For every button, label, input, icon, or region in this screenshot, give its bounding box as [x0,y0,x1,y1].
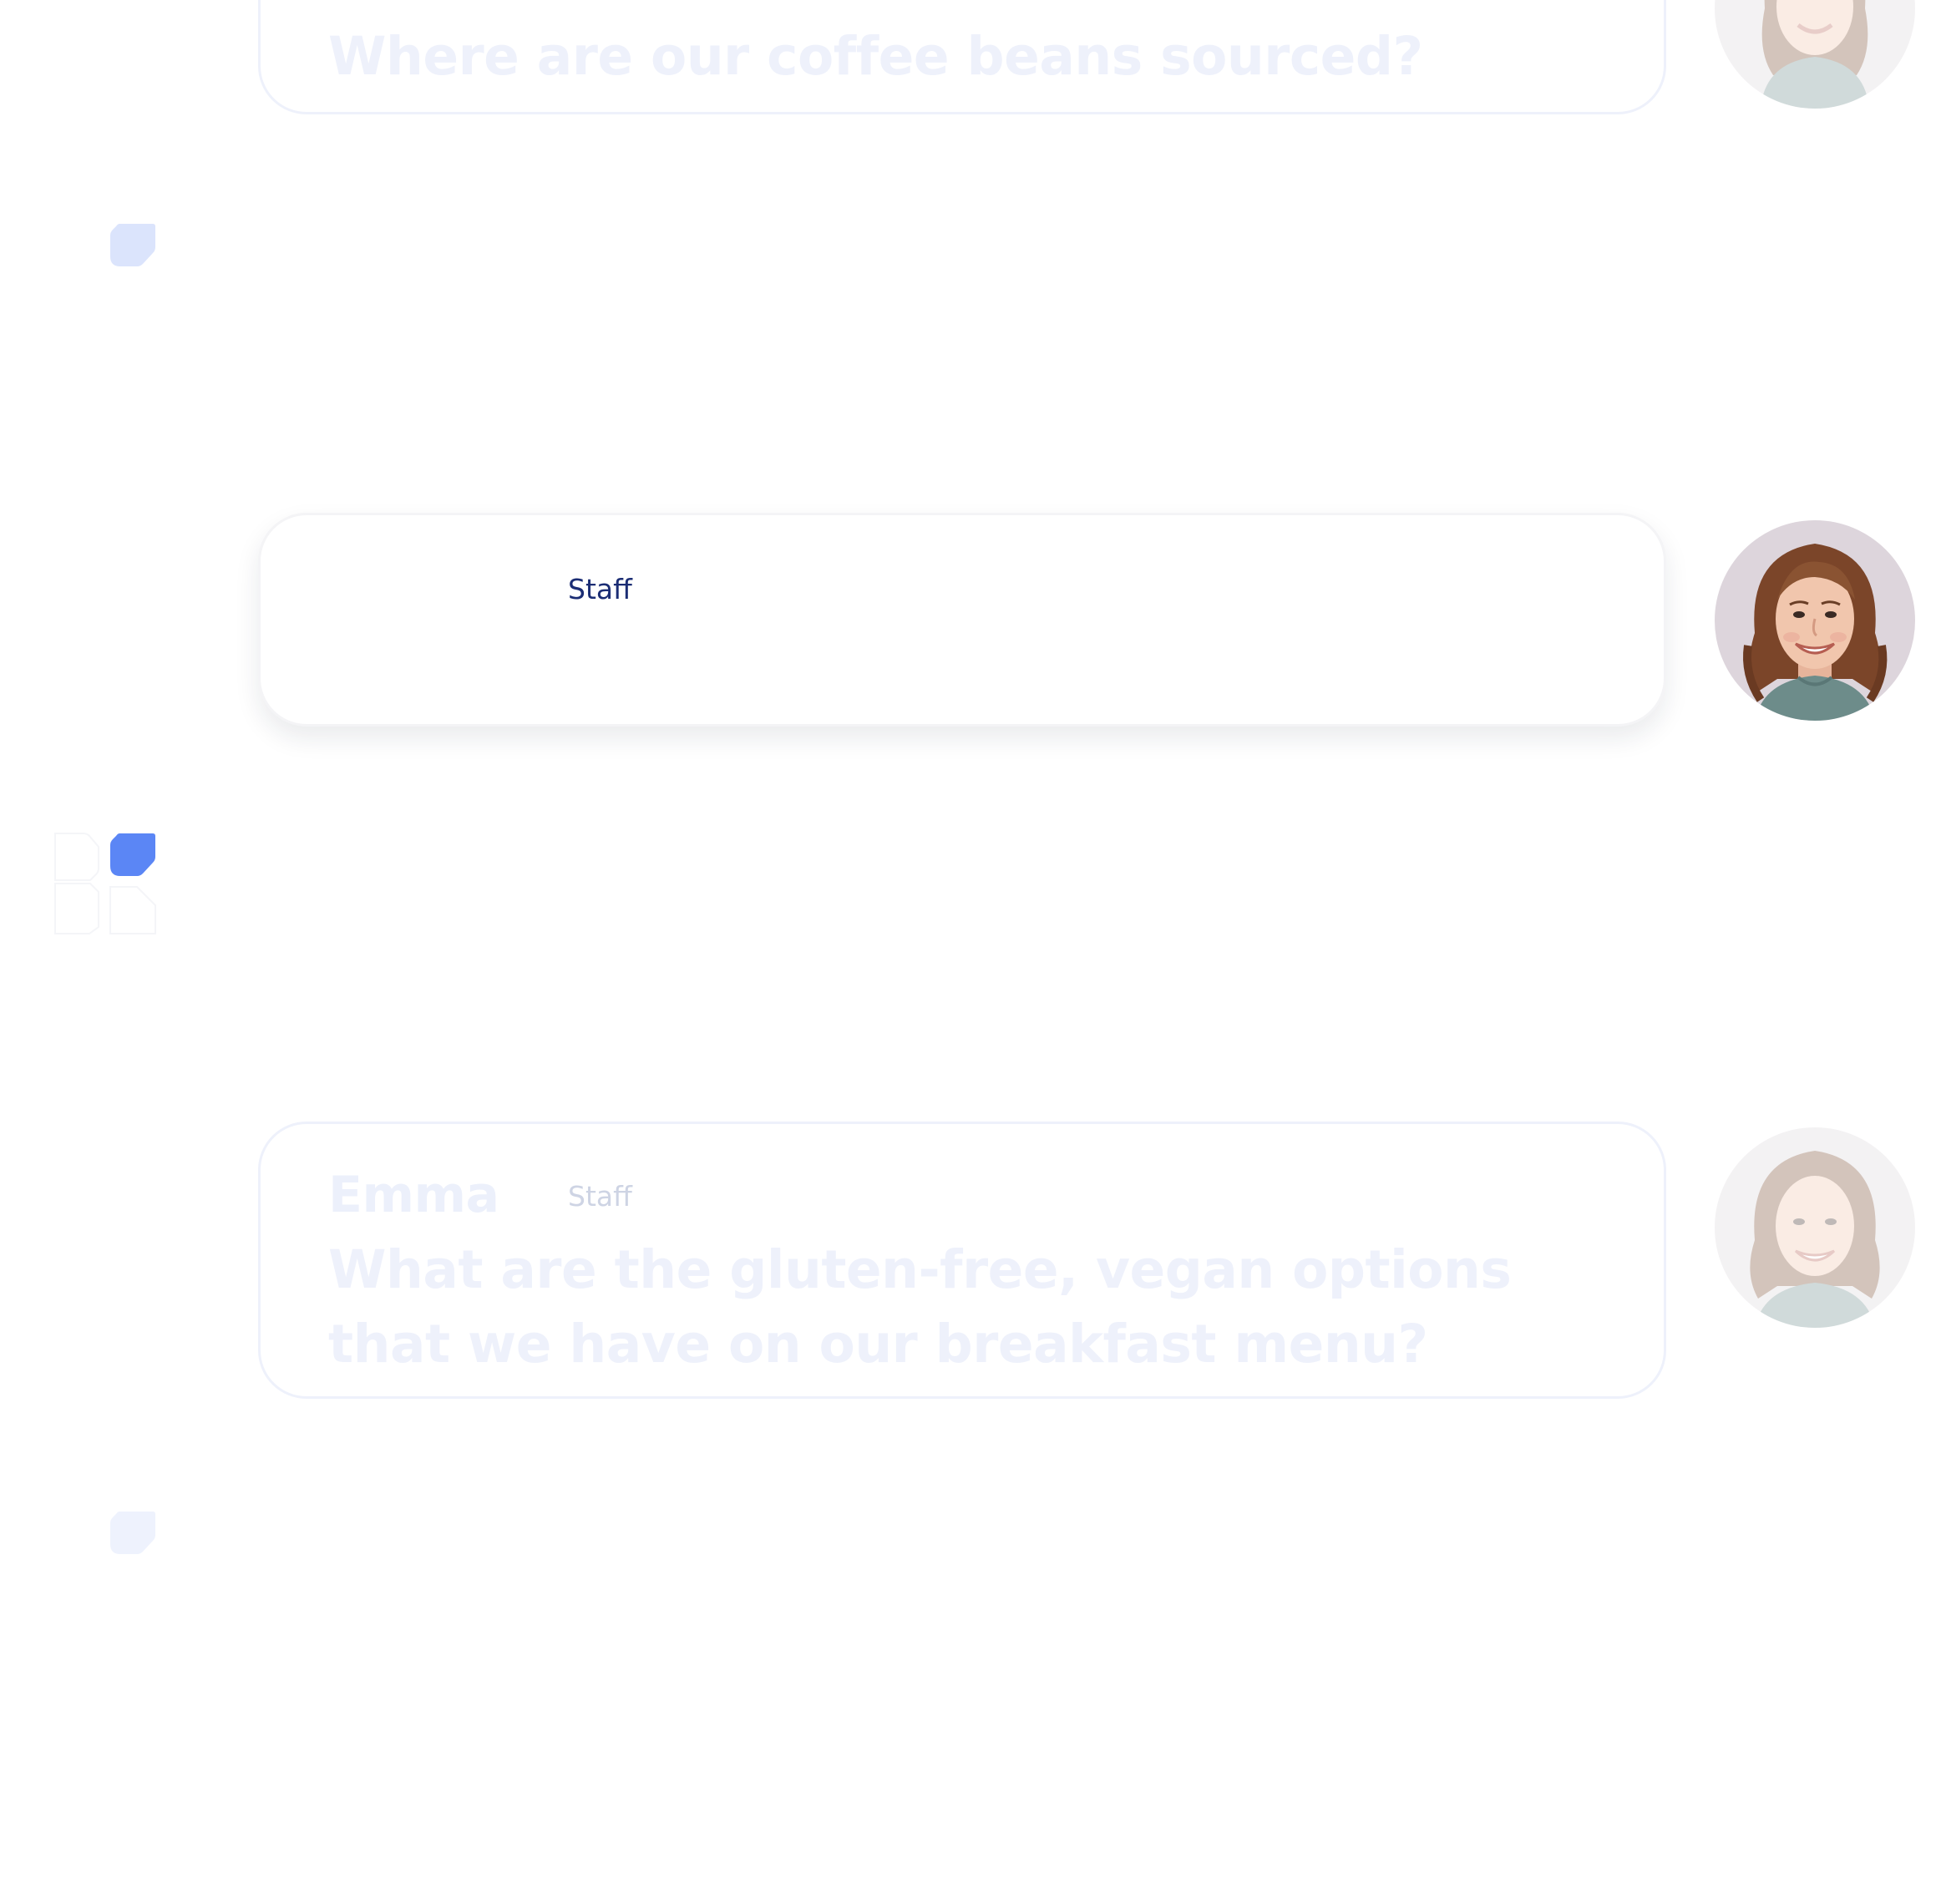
message-card[interactable]: Where are our coffee beans sourced? [258,0,1666,114]
message-card-active[interactable]: Emma Staff [258,513,1666,727]
message-card[interactable]: Emma Staff What are the gluten-free, veg… [258,1122,1666,1399]
pin-icon[interactable] [50,1506,159,1615]
sender-name: Emma [328,1166,499,1224]
avatar-portrait [1715,1127,1915,1328]
avatar [1715,520,1915,721]
avatar [1715,1127,1915,1328]
sender-role: Staff [568,1180,632,1213]
avatar-portrait [1715,0,1915,109]
message-question: Where are our coffee beans sourced? [328,26,1423,87]
sender-name: Emma [328,578,499,636]
message-question-line-1: What are the gluten-free, vegan options [328,1239,1512,1300]
pin-icon[interactable] [50,219,159,327]
sender-role: Staff [568,573,632,605]
message-question-line-2: that we have on our breakfast menu? [328,1314,1428,1375]
avatar-portrait [1715,520,1915,721]
avatar [1715,0,1915,109]
pin-icon[interactable] [50,828,159,937]
